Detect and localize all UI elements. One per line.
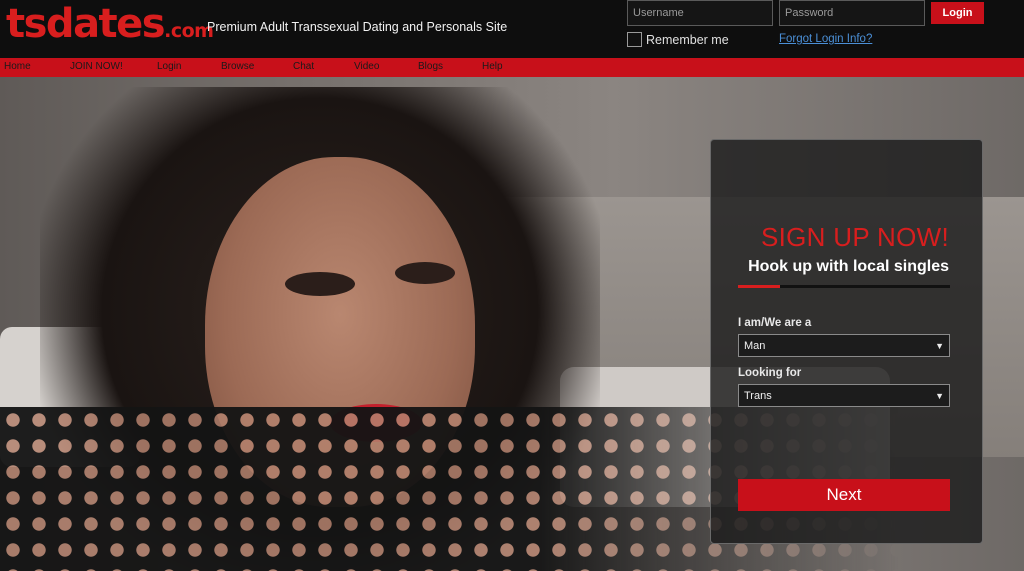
site-tagline: Premium Adult Transsexual Dating and Per… [207, 20, 508, 34]
username-input[interactable] [627, 0, 773, 26]
site-header: tsdates .com Premium Adult Transsexual D… [0, 0, 1024, 58]
signup-title: SIGN UP NOW! [760, 222, 949, 252]
signup-subtitle: Hook up with local singles [748, 258, 949, 275]
iam-select[interactable]: Man ▼ [738, 334, 950, 357]
nav-blogs[interactable]: Blogs [418, 61, 443, 72]
looking-for-label: Looking for [738, 367, 802, 379]
signup-divider-accent [738, 285, 780, 288]
nav-join-now[interactable]: JOIN NOW! [70, 61, 123, 72]
main-nav: Home JOIN NOW! Login Browse Chat Video B… [0, 58, 1024, 77]
nav-home[interactable]: Home [4, 61, 31, 72]
chevron-down-icon: ▼ [935, 340, 944, 351]
nav-video[interactable]: Video [354, 61, 379, 72]
password-input[interactable] [779, 0, 925, 26]
signup-panel: SIGN UP NOW! Hook up with local singles … [710, 139, 983, 544]
hero-model-eye-right [395, 262, 455, 284]
remember-me: Remember me [627, 32, 729, 47]
remember-me-label[interactable]: Remember me [646, 33, 729, 47]
chevron-down-icon: ▼ [935, 390, 944, 401]
looking-for-select-value: Trans [744, 389, 772, 402]
iam-select-value: Man [744, 339, 766, 352]
iam-label: I am/We are a [738, 317, 812, 329]
nav-chat[interactable]: Chat [293, 61, 314, 72]
site-logo[interactable]: tsdates .com [6, 1, 214, 47]
forgot-login-link[interactable]: Forgot Login Info? [779, 33, 872, 45]
nav-login[interactable]: Login [157, 61, 181, 72]
next-button[interactable]: Next [738, 479, 950, 511]
nav-help[interactable]: Help [482, 61, 503, 72]
looking-for-select[interactable]: Trans ▼ [738, 384, 950, 407]
nav-browse[interactable]: Browse [221, 61, 254, 72]
remember-me-checkbox[interactable] [627, 32, 642, 47]
logo-main-text: tsdates [6, 1, 166, 47]
login-button[interactable]: Login [931, 2, 984, 24]
hero-model-eye-left [285, 272, 355, 296]
